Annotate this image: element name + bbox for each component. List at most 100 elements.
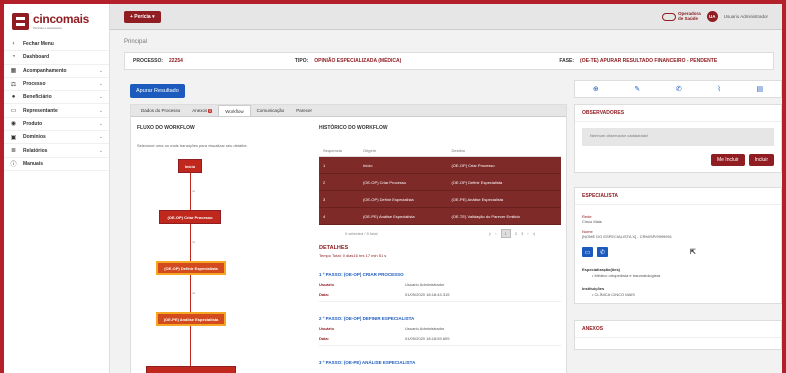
flow-node-analise-especialista[interactable]: (OE-PE) Análise Especialista [156, 312, 226, 326]
user-name[interactable]: Usuario Administrador [724, 14, 768, 19]
logo-tagline: Perícias e Assessoria [33, 26, 62, 30]
specialization-text: Médico ortopedista e traumatologista [594, 273, 661, 278]
avatar[interactable]: UA [706, 11, 718, 22]
flow-node-inicio[interactable]: Início [178, 159, 202, 173]
table-cell: (OE-OP) Criar Processo [447, 156, 561, 174]
table-cell: 4 [319, 207, 359, 225]
flow-edge [190, 275, 191, 312]
table-row[interactable]: 1 Início (OE-OP) Criar Processo [319, 156, 561, 174]
sidebar-item-label: Representante [23, 107, 58, 114]
flow-node-criar-processo[interactable]: (OE-OP) Criar Processo [159, 210, 221, 224]
step-block: 3 º PASSO: (OE-PE) ANÁLISE ESPECIALISTA [319, 360, 561, 365]
flow-node-definir-especialista[interactable]: (OE-OP) Definir Especialista [156, 261, 226, 275]
divider [319, 301, 561, 302]
tab-comunica-o[interactable]: Comunicação [251, 105, 291, 116]
external-link-icon[interactable]: ⇱ [690, 248, 696, 256]
specialist-title: ESPECIALISTA [575, 188, 781, 205]
tab-workflow[interactable]: Workflow [218, 105, 251, 116]
chevron-down-icon: ⌄ [98, 107, 103, 114]
sidebar-item-dashboard[interactable]: ◔ Dashboard [4, 51, 109, 65]
pager-button[interactable]: ‹ [495, 231, 496, 236]
process-info-bar: PROCESSO: 22254 TIPO: OPINIÃO ESPECIALIZ… [124, 52, 774, 70]
attachment-icon[interactable]: ⌇ [717, 85, 720, 93]
table-cell: (OE-PE) Análise Especialista [358, 207, 448, 225]
flow-edge-label: ok [192, 189, 196, 193]
print-icon[interactable]: ▤ [757, 85, 764, 93]
operator-badge[interactable]: Operadora de Saúde [661, 11, 701, 21]
logo-text: cincomais [33, 12, 89, 26]
sidebar-item-label: Beneficiário [23, 94, 52, 101]
phone-icon[interactable]: ✆ [597, 247, 608, 257]
sidebar-item-processo[interactable]: ⚖ Processo ⌄ [4, 78, 109, 92]
main-content: Principal PROCESSO: 22254 TIPO: OPINIÃO … [110, 30, 782, 373]
tab-anexos[interactable]: Anexos 0 [186, 105, 218, 116]
me-include-button[interactable]: Me Incluir [710, 154, 745, 166]
step-date-value: 01/09/2020 18:18:59.609 [405, 336, 450, 341]
sidebar-item-benefici-rio[interactable]: ● Beneficiário ⌄ [4, 91, 109, 105]
table-cell: 3 [319, 190, 359, 208]
apurar-resultado-button[interactable]: Apurar Resultado [130, 84, 185, 98]
attachments-title: ANEXOS [575, 321, 781, 338]
sidebar-nav: ‹ Fechar Menu ◔ Dashboard ▦ Acompanhamento ⌄ ⚖ P… [4, 38, 109, 171]
tab-parecer[interactable]: Parecer [290, 105, 318, 116]
pericia-dropdown-button[interactable]: + Perícia ▾ [124, 10, 161, 23]
chevron-down-icon: ⌄ [98, 147, 103, 154]
name-value: [NOME DO ESPECIALISTA X] - CRM/SP/999999… [582, 234, 672, 239]
sidebar-item-relat-rios[interactable]: ≣ Relatórios ⌄ [4, 144, 109, 158]
dashboard-icon: ◔ [11, 54, 16, 61]
process-tabs: Dados do Processo Anexos 0 Workflow Comunica… [131, 105, 566, 117]
calendar-icon: ▦ [10, 68, 17, 75]
plus-circle-icon[interactable]: ⊕ [593, 85, 599, 93]
sidebar-item-manuais[interactable]: ⓘ Manuais [4, 158, 109, 171]
pager-button[interactable]: › [527, 231, 528, 236]
table-row[interactable]: 2 (OE-OP) Criar Processo (OE-OP) Definir E… [319, 173, 561, 191]
table-row[interactable]: 4 (OE-PE) Análise Especialista (OE-TE) Val… [319, 207, 561, 225]
pager-button[interactable]: |‹ [489, 231, 491, 236]
workflow-history: HISTÓRICO DO WORKFLOW Sequencia Origem Des… [319, 125, 561, 365]
processo-label: PROCESSO: [133, 58, 164, 64]
step-date-label: Data: [319, 292, 330, 297]
specialist-icons: ▭ ✆ ⇱ [582, 247, 774, 257]
id-card-icon[interactable]: ▭ [582, 247, 593, 257]
table-row[interactable]: 3 (OE-OP) Definir Especialista (OE-PE) Aná… [319, 190, 561, 208]
sidebar-item-fechar-menu[interactable]: ‹ Fechar Menu [4, 38, 109, 52]
sidebar-item-label: Dashboard [23, 54, 50, 61]
step-user-value: Usuario Administrador [405, 282, 445, 287]
table-cell: (OE-TE) Validação do Parecer Emitido [447, 207, 561, 225]
flow-edge [190, 326, 191, 366]
column-header[interactable]: Origem [358, 145, 448, 157]
phone-icon[interactable]: ✆ [676, 85, 682, 93]
rede-value: Cinco Mais [582, 219, 602, 224]
sidebar-item-representante[interactable]: ▭ Representante ⌄ [4, 104, 109, 118]
tipo-value: OPINIÃO ESPECIALIZADA (MÉDICA) [314, 58, 402, 64]
history-table: Sequencia Origem Destino 1 Início (OE-OP) Cr… [319, 145, 561, 225]
include-button[interactable]: Incluir [748, 154, 774, 166]
history-title: HISTÓRICO DO WORKFLOW [319, 125, 388, 131]
report-icon: ≣ [10, 148, 17, 155]
pager-button[interactable]: 2 [515, 231, 517, 236]
flow-edge [190, 224, 191, 261]
specialization-label: Especialização(ões) [582, 267, 621, 272]
divider [319, 345, 561, 346]
pager-button[interactable]: ›| [533, 231, 535, 236]
action-bar: ⊕ ✎ ✆ ⌇ ▤ [574, 80, 782, 98]
edit-icon[interactable]: ✎ [634, 85, 640, 93]
tab-dados-do-processo[interactable]: Dados do Processo [135, 105, 186, 116]
sidebar-item-produto[interactable]: ◉ Produto ⌄ [4, 118, 109, 132]
step-user-label: Usuário [319, 326, 334, 331]
specialist-card: ESPECIALISTA Rede Cinco Mais Nome [NOME … [574, 187, 782, 304]
column-header[interactable]: Destino [447, 145, 561, 157]
column-header[interactable]: Sequencia [319, 145, 359, 157]
tab-label: Workflow [225, 108, 244, 114]
tab-badge: 0 [208, 108, 213, 113]
pager-button[interactable]: 3 [521, 231, 523, 236]
pager-button[interactable]: 1 [500, 229, 511, 238]
observers-actions: Me Incluir Incluir [575, 152, 781, 172]
sidebar-item-acompanhamento[interactable]: ▦ Acompanhamento ⌄ [4, 65, 109, 78]
operator-label: Operadora de Saúde [677, 11, 701, 21]
sidebar-item-label: Relatórios [23, 147, 48, 154]
flow-node-next[interactable] [146, 366, 236, 373]
sidebar-item-dom-nios[interactable]: ▣ Domínios ⌄ [4, 131, 109, 145]
sidebar-item-label: Produto [23, 120, 43, 127]
fase-label: FASE: [559, 58, 575, 64]
